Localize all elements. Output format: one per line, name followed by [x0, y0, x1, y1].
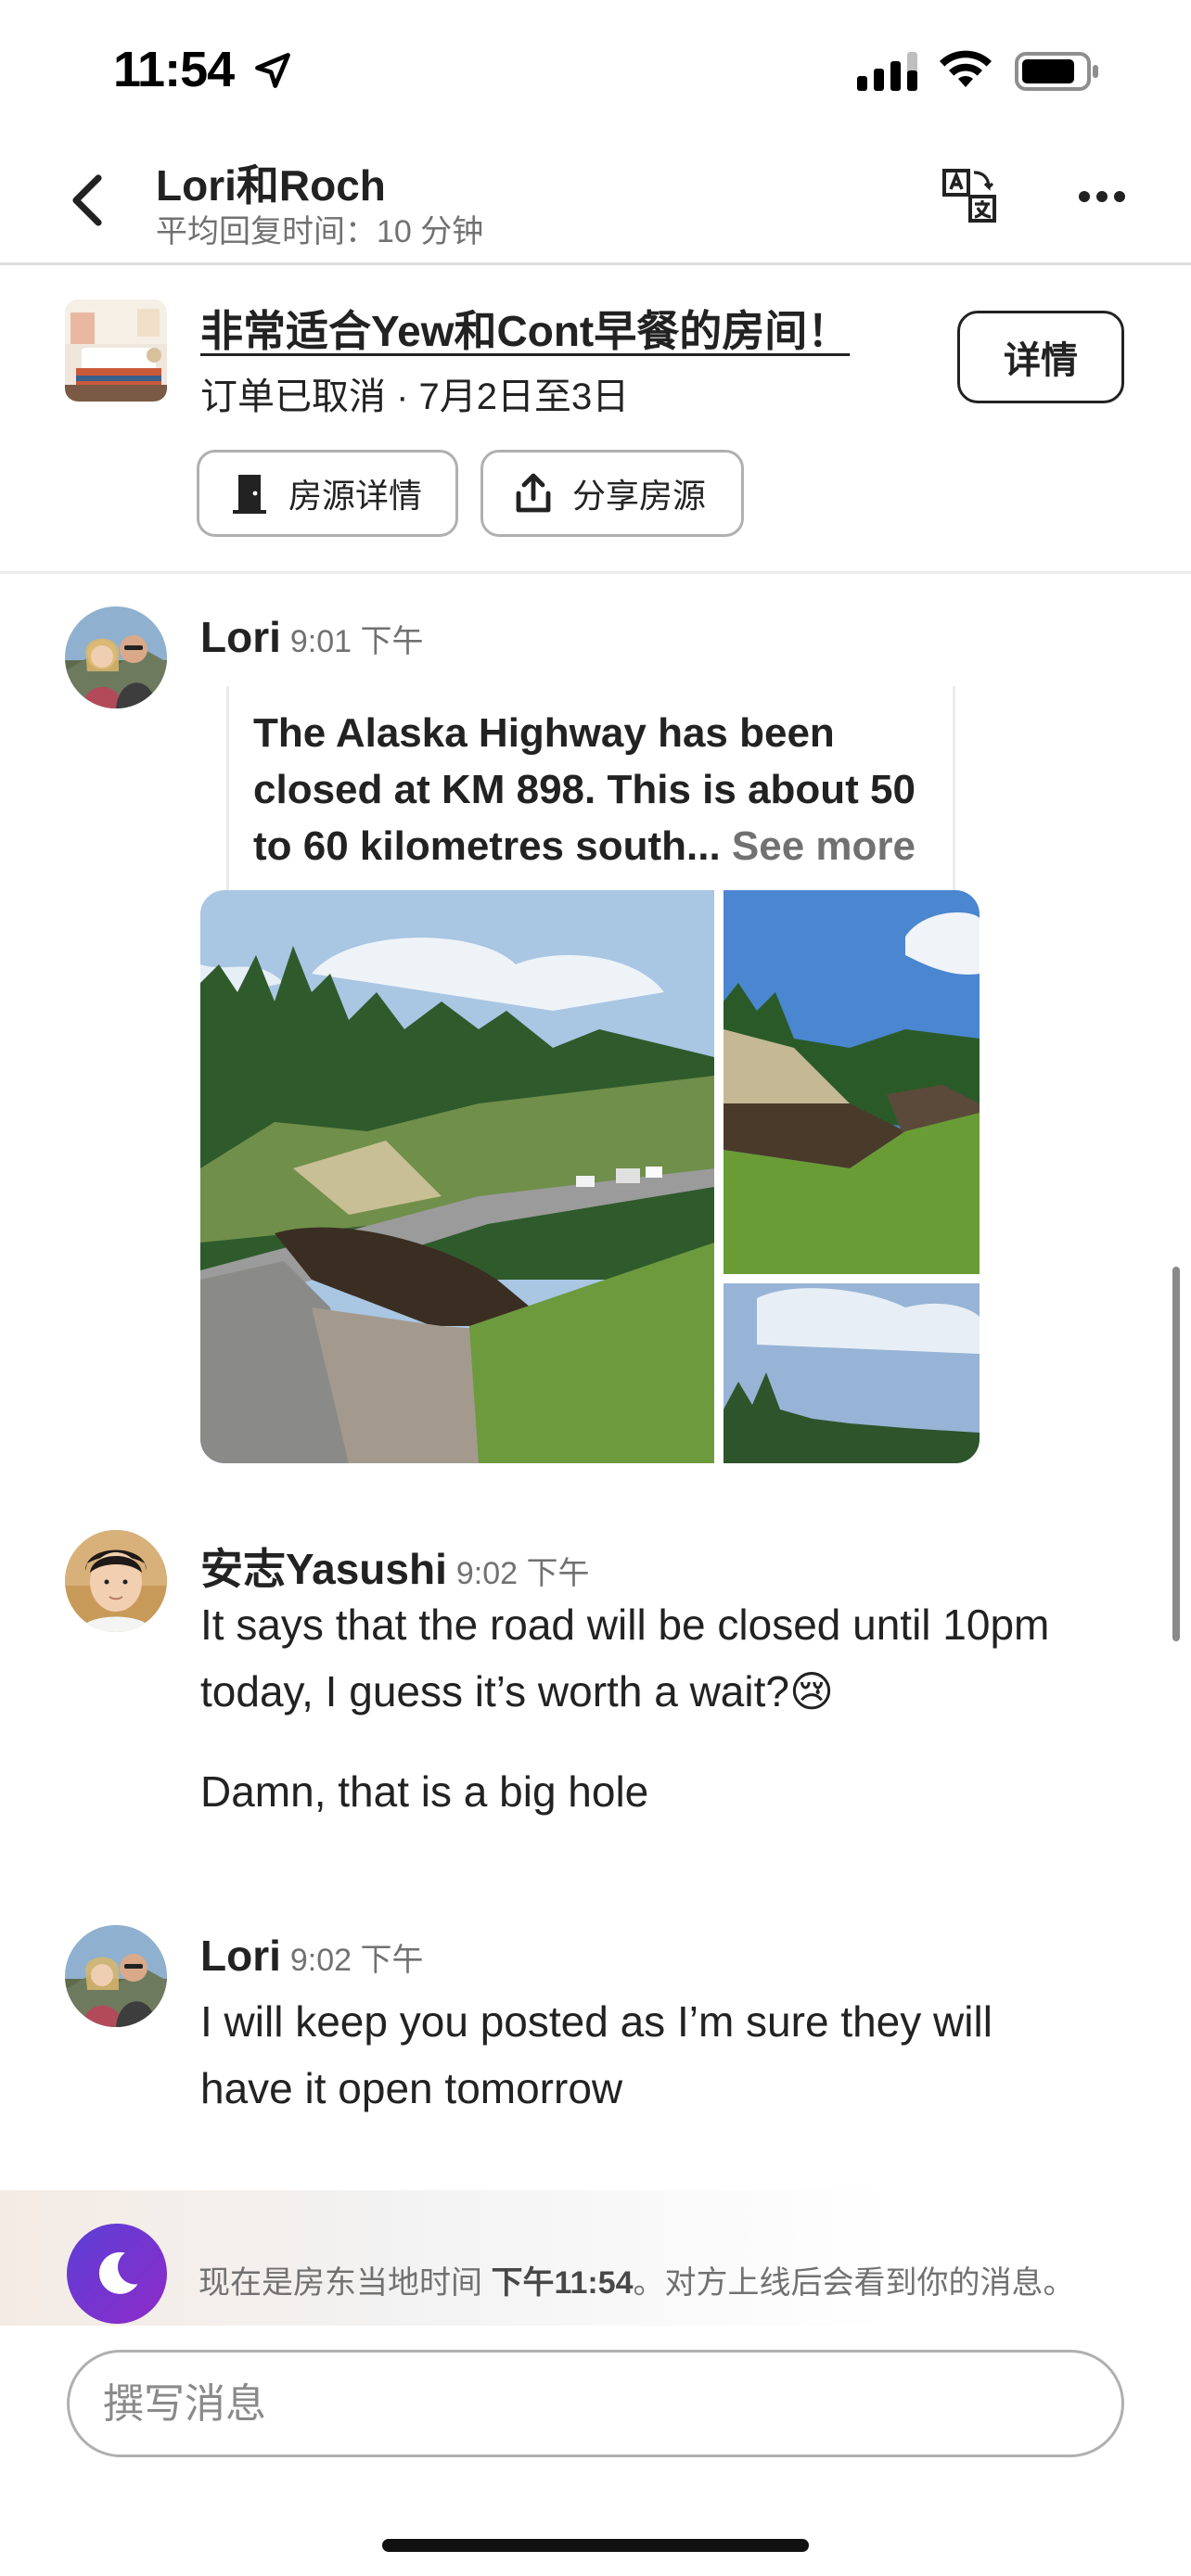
photo-bottom-right[interactable]: [724, 1283, 980, 1463]
host-local-time-text: 现在是房东当地时间 下午11:54。对方上线后会看到你的消息。: [198, 2257, 1075, 2302]
share-icon: [516, 473, 551, 513]
status-time: 11:54: [113, 42, 235, 97]
battery-icon: [1015, 52, 1098, 91]
link-preview-card[interactable]: The Alaska Highway has been closed at KM…: [226, 686, 955, 899]
photo-large[interactable]: [200, 890, 714, 1463]
banner-prefix: 现在是房东当地时间: [198, 2265, 492, 2301]
room-details-label: 房源详情: [288, 477, 423, 515]
details-button[interactable]: 详情: [957, 311, 1124, 403]
more-icon[interactable]: [1078, 185, 1126, 208]
location-arrow-icon: [255, 53, 290, 88]
see-more-link[interactable]: See more: [732, 823, 916, 869]
conversation-title: Lori和Roch: [156, 161, 386, 210]
home-indicator[interactable]: [382, 2539, 809, 2552]
photo-top-right[interactable]: [724, 890, 980, 1274]
sender-name: Lori: [200, 613, 281, 661]
avatar-lori[interactable]: [65, 606, 167, 708]
conversation-header: Lori和Roch 平均回复时间：10 分钟: [0, 139, 1191, 265]
message-input[interactable]: [103, 2375, 1086, 2434]
message-time: 9:02 下午: [455, 1556, 590, 1591]
avatar-lori[interactable]: [65, 1925, 167, 2027]
host-local-time-banner: 现在是房东当地时间 下午11:54。对方上线后会看到你的消息。: [0, 2190, 1191, 2326]
moon-badge: [67, 2224, 167, 2324]
message-text: It says that the road will be closed unt…: [200, 1600, 1050, 1715]
reservation-status: 订单已取消 · 7月2日至3日: [200, 376, 630, 417]
signal-icon: [857, 52, 917, 91]
host-local-time: 下午11:54: [491, 2265, 634, 2301]
message-time: 9:01 下午: [289, 624, 424, 659]
listing-summary: 非常适合Yew和Cont早餐的房间！ 订单已取消 · 7月2日至3日 详情 房源…: [0, 268, 1191, 574]
message-sender: Lori 9:02 下午: [200, 1931, 424, 1981]
share-listing-label: 分享房源: [572, 477, 707, 515]
banner-suffix: 。对方上线后会看到你的消息。: [633, 2265, 1075, 2301]
message-time: 9:02 下午: [289, 1943, 424, 1978]
back-chevron-icon[interactable]: [67, 172, 108, 228]
door-icon: [233, 475, 266, 514]
share-listing-button[interactable]: 分享房源: [480, 450, 744, 537]
response-time: 平均回复时间：10 分钟: [156, 214, 484, 249]
message-text: Damn, that is a big hole: [200, 1767, 649, 1816]
avatar-yasushi[interactable]: [65, 1530, 167, 1632]
message-sender: 安志Yasushi 9:02 下午: [200, 1536, 590, 1597]
message-composer[interactable]: [67, 2350, 1124, 2457]
message-sender: Lori 9:01 下午: [200, 612, 424, 662]
wifi-icon: [940, 50, 992, 87]
listing-thumbnail[interactable]: [65, 300, 167, 402]
moon-icon: [98, 2251, 138, 2294]
sender-name: Lori: [200, 1932, 281, 1980]
photo-collage[interactable]: [200, 890, 980, 1463]
room-details-button[interactable]: 房源详情: [197, 450, 458, 537]
translate-icon[interactable]: [941, 167, 998, 224]
status-bar: 11:54: [0, 0, 1191, 139]
listing-title-link[interactable]: 非常适合Yew和Cont早餐的房间！: [200, 298, 850, 359]
message-text: I will keep you posted as I’m sure they …: [200, 1997, 992, 2112]
scrollbar[interactable]: [1172, 1267, 1180, 1641]
sender-name: 安志Yasushi: [200, 1545, 447, 1593]
